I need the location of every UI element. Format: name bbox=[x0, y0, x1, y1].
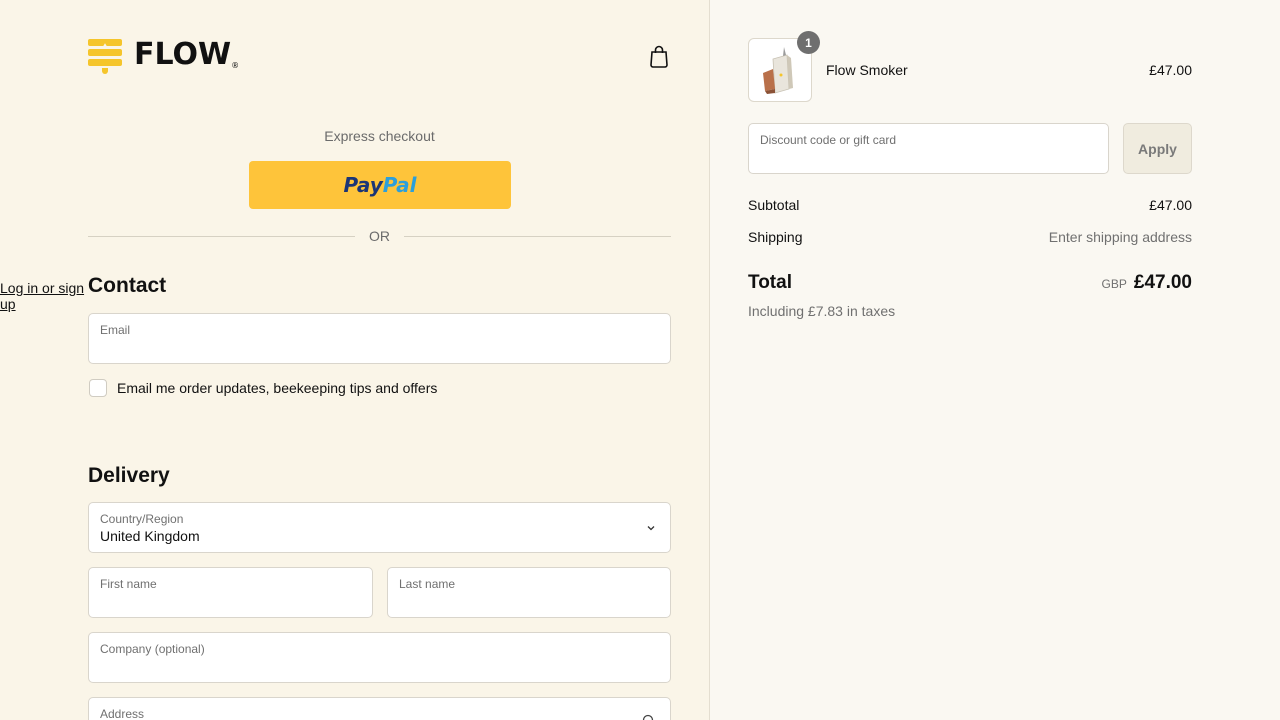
chevron-down-icon bbox=[647, 526, 655, 531]
email-label: Email bbox=[100, 323, 131, 337]
express-checkout-label: Express checkout bbox=[324, 128, 435, 144]
address-field[interactable]: Address bbox=[88, 697, 671, 720]
shipping-label: Shipping bbox=[748, 229, 803, 245]
or-divider: OR bbox=[88, 228, 671, 244]
product-name: Flow Smoker bbox=[826, 62, 908, 78]
total-amount: £47.00 bbox=[1133, 272, 1192, 293]
subtotal-label: Subtotal bbox=[748, 197, 800, 213]
last-name-label: Last name bbox=[399, 577, 456, 591]
marketing-label: Email me order updates, beekeeping tips … bbox=[117, 380, 438, 396]
discount-placeholder: Discount code or gift card bbox=[760, 133, 897, 147]
address-label: Address bbox=[100, 707, 145, 720]
search-icon bbox=[642, 714, 654, 720]
email-field[interactable]: Email bbox=[88, 313, 671, 364]
tax-note: Including £7.83 in taxes bbox=[748, 303, 896, 319]
total-label: Total bbox=[748, 272, 792, 293]
marketing-checkbox[interactable] bbox=[89, 379, 107, 397]
paypal-logo-pal: Pal bbox=[382, 173, 417, 197]
marketing-opt-in: Email me order updates, beekeeping tips … bbox=[89, 379, 437, 397]
subtotal-value: £47.00 bbox=[1149, 197, 1192, 213]
subtotal-row: Subtotal £47.00 bbox=[748, 197, 1192, 213]
last-name-field[interactable]: Last name bbox=[387, 567, 671, 618]
country-label: Country/Region bbox=[100, 512, 184, 526]
quantity-badge: 1 bbox=[797, 31, 820, 54]
or-text: OR bbox=[369, 228, 390, 244]
company-label: Company (optional) bbox=[100, 642, 205, 656]
order-summary-panel bbox=[710, 0, 1280, 720]
country-select[interactable]: Country/Region United Kingdom bbox=[88, 502, 671, 553]
login-link[interactable]: Log in or sign up bbox=[0, 280, 100, 312]
shipping-value: Enter shipping address bbox=[1048, 229, 1192, 245]
country-value: United Kingdom bbox=[100, 528, 200, 544]
brand-wordmark: FLOW® bbox=[134, 37, 240, 72]
currency-code: GBP bbox=[1101, 277, 1127, 291]
shipping-row: Shipping Enter shipping address bbox=[748, 229, 1192, 245]
apply-discount-button[interactable]: Apply bbox=[1123, 123, 1192, 174]
first-name-field[interactable]: First name bbox=[88, 567, 373, 618]
paypal-button[interactable]: Pay Pal bbox=[249, 161, 511, 209]
shopping-bag-icon[interactable] bbox=[648, 44, 670, 68]
discount-code-input[interactable]: Discount code or gift card bbox=[748, 123, 1109, 174]
honeycomb-logo-icon bbox=[88, 36, 122, 74]
flow-logo[interactable]: FLOW® bbox=[88, 36, 239, 74]
checkout-form-panel: FLOW® Express checkout Pay Pal OR Contact… bbox=[0, 0, 710, 720]
product-price: £47.00 bbox=[1149, 62, 1192, 78]
total-row: Total GBP £47.00 bbox=[748, 272, 1192, 294]
paypal-logo-pay: Pay bbox=[343, 173, 383, 197]
delivery-heading: Delivery bbox=[88, 464, 170, 487]
company-field[interactable]: Company (optional) bbox=[88, 632, 671, 683]
first-name-label: First name bbox=[100, 577, 157, 591]
